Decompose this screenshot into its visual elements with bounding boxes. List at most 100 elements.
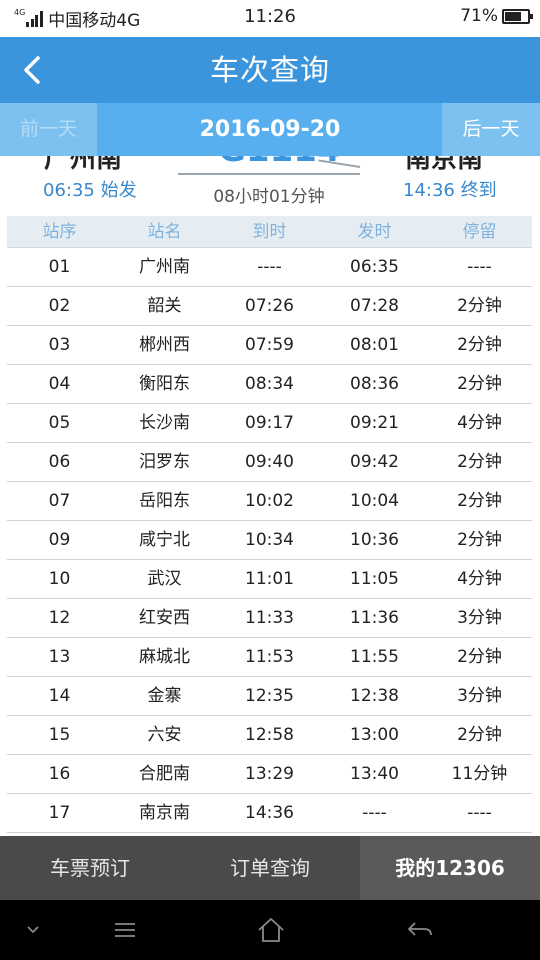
menu-icon (115, 923, 135, 937)
nav-home-button[interactable] (253, 900, 289, 960)
cell-depart: 10:36 (350, 530, 399, 550)
tab-ticket-booking[interactable]: 车票预订 (0, 836, 180, 900)
cell-seq: 10 (48, 569, 71, 589)
cell-arrive: 11:53 (245, 647, 294, 667)
cell-stay: ---- (467, 803, 492, 823)
cell-station: 红安西 (139, 608, 190, 628)
cell-stay: 2分钟 (457, 296, 502, 316)
cell-depart: ---- (362, 803, 387, 823)
table-row[interactable]: 14 金寨 12:35 12:38 3分钟 (7, 677, 532, 716)
table-row[interactable]: 04 衡阳东 08:34 08:36 2分钟 (7, 365, 532, 404)
nav-collapse-button[interactable] (18, 900, 48, 960)
cell-stay: ---- (467, 257, 492, 277)
cell-arrive: 09:40 (245, 452, 294, 472)
table-row[interactable]: 17 南京南 14:36 ---- ---- (7, 794, 532, 833)
cell-station: 麻城北 (139, 647, 190, 667)
cell-depart: 07:28 (350, 296, 399, 316)
from-time: 06:35 始发 (43, 180, 137, 201)
table-header: 站序 站名 到时 发时 停留 (7, 216, 532, 248)
back-arrow-icon (408, 922, 432, 936)
cell-arrive: 14:36 (245, 803, 294, 823)
cell-station: 咸宁北 (139, 530, 190, 550)
nav-menu-button[interactable] (108, 900, 142, 960)
cell-depart: 08:01 (350, 335, 399, 355)
travel-duration: 08小时01分钟 (213, 187, 325, 207)
cell-seq: 09 (48, 530, 71, 550)
table-row[interactable]: 02 韶关 07:26 07:28 2分钟 (7, 287, 532, 326)
cell-station: 金寨 (147, 686, 182, 706)
route-arrow-line (178, 173, 360, 175)
header-stay: 停留 (462, 222, 497, 242)
cell-seq: 16 (48, 764, 71, 784)
stops-table[interactable]: 站序 站名 到时 发时 停留 01 广州南 ---- 06:35 ---- 02 韶关 07:… (7, 216, 532, 833)
cell-seq: 15 (48, 725, 71, 745)
home-icon (258, 918, 284, 942)
cell-arrive: 08:34 (245, 374, 294, 394)
cell-depart: 09:42 (350, 452, 399, 472)
cell-depart: 13:00 (350, 725, 399, 745)
to-station: 南京南 (405, 156, 484, 174)
cell-station: 韶关 (147, 296, 182, 316)
battery-percent: 71% (460, 6, 498, 26)
status-time: 11:26 (244, 6, 296, 27)
from-station: 广州南 (44, 156, 123, 174)
cell-arrive: 07:59 (245, 335, 294, 355)
table-row[interactable]: 12 红安西 11:33 11:36 3分钟 (7, 599, 532, 638)
cell-station: 合肥南 (139, 764, 190, 784)
cell-depart: 09:21 (350, 413, 399, 433)
cell-station: 六安 (147, 725, 182, 745)
cell-stay: 3分钟 (457, 686, 502, 706)
table-row[interactable]: 13 麻城北 11:53 11:55 2分钟 (7, 638, 532, 677)
cell-arrive: 09:17 (245, 413, 294, 433)
cell-depart: 11:36 (350, 608, 399, 628)
tab-order-query[interactable]: 订单查询 (180, 836, 360, 900)
cell-arrive: ---- (257, 257, 282, 277)
cell-seq: 05 (48, 413, 71, 433)
system-nav-bar (0, 900, 540, 960)
cell-stay: 2分钟 (457, 491, 502, 511)
cell-depart: 11:55 (350, 647, 399, 667)
battery-fill (505, 11, 521, 21)
tab-my-12306[interactable]: 我的12306 (360, 836, 540, 900)
title-bar: 车次查询 (0, 37, 540, 103)
header-seq: 站序 (42, 222, 77, 242)
cell-stay: 4分钟 (457, 569, 502, 589)
cell-stay: 2分钟 (457, 647, 502, 667)
table-row[interactable]: 03 郴州西 07:59 08:01 2分钟 (7, 326, 532, 365)
cell-arrive: 11:33 (245, 608, 294, 628)
cell-stay: 3分钟 (457, 608, 502, 628)
cell-station: 汨罗东 (139, 452, 190, 472)
table-row[interactable]: 05 长沙南 09:17 09:21 4分钟 (7, 404, 532, 443)
cell-station: 郴州西 (139, 335, 190, 355)
cell-depart: 12:38 (350, 686, 399, 706)
cell-seq: 14 (48, 686, 71, 706)
to-time: 14:36 终到 (403, 180, 497, 201)
cell-stay: 2分钟 (457, 452, 502, 472)
cell-depart: 06:35 (350, 257, 399, 277)
table-row[interactable]: 09 咸宁北 10:34 10:36 2分钟 (7, 521, 532, 560)
table-row[interactable]: 06 汨罗东 09:40 09:42 2分钟 (7, 443, 532, 482)
table-row[interactable]: 10 武汉 11:01 11:05 4分钟 (7, 560, 532, 599)
cell-seq: 06 (48, 452, 71, 472)
cell-stay: 2分钟 (457, 725, 502, 745)
cell-seq: 04 (48, 374, 71, 394)
cell-seq: 01 (48, 257, 71, 277)
cell-arrive: 11:01 (245, 569, 294, 589)
nav-back-button[interactable] (402, 900, 438, 960)
cell-seq: 03 (48, 335, 71, 355)
table-row[interactable]: 15 六安 12:58 13:00 2分钟 (7, 716, 532, 755)
table-row[interactable]: 01 广州南 ---- 06:35 ---- (7, 248, 532, 287)
next-day-button[interactable]: 后一天 (442, 103, 540, 156)
train-number: G1114 (218, 156, 341, 170)
date-bar: 前一天 2016-09-20 后一天 (0, 103, 540, 156)
table-row[interactable]: 07 岳阳东 10:02 10:04 2分钟 (7, 482, 532, 521)
cell-depart: 08:36 (350, 374, 399, 394)
status-right: 71% (460, 6, 533, 26)
cell-station: 广州南 (139, 257, 190, 277)
table-row[interactable]: 16 合肥南 13:29 13:40 11分钟 (7, 755, 532, 794)
cell-seq: 07 (48, 491, 71, 511)
cell-seq: 12 (48, 608, 71, 628)
cell-arrive: 12:58 (245, 725, 294, 745)
cell-station: 南京南 (139, 803, 190, 823)
cell-stay: 2分钟 (457, 335, 502, 355)
